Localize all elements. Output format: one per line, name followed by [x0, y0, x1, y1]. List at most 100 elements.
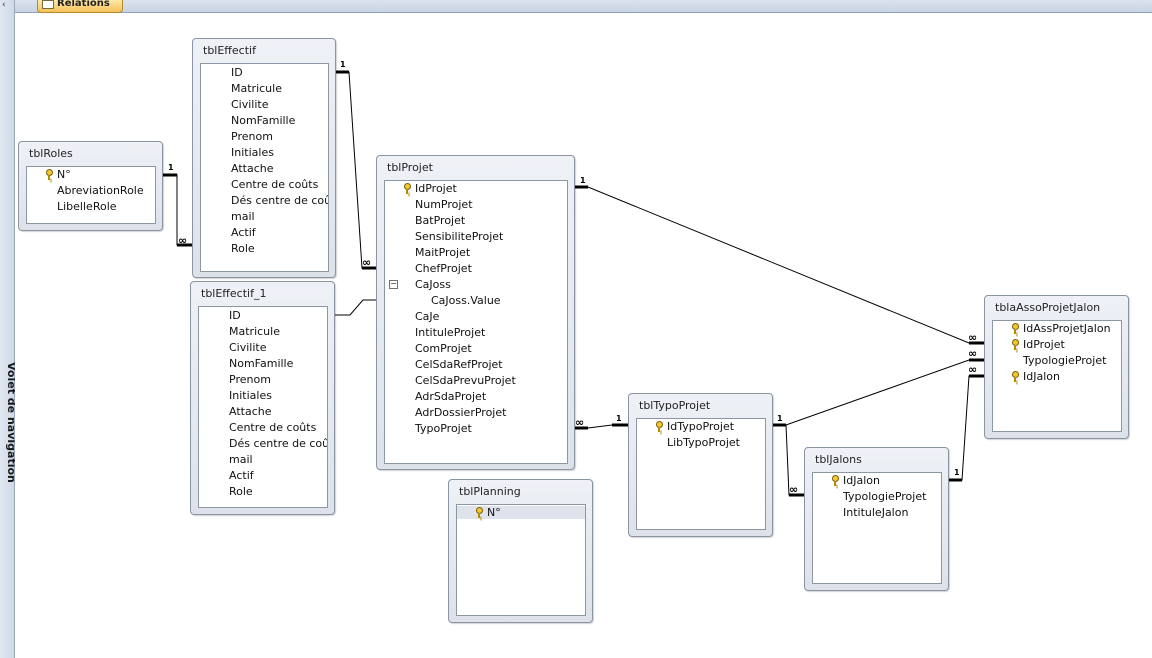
field-row[interactable]: IdProjet	[1023, 338, 1065, 351]
field-name: Matricule	[229, 325, 280, 338]
field-row[interactable]: ID	[229, 309, 241, 322]
field-row[interactable]: Dés centre de coût	[231, 194, 328, 207]
collapse-chevron-icon[interactable]: ‹	[2, 0, 12, 10]
field-row[interactable]: Actif	[229, 469, 254, 482]
field-row[interactable]: CaJoss	[415, 278, 451, 291]
primary-key-icon	[475, 507, 483, 518]
field-row[interactable]: CaJe	[415, 310, 439, 323]
field-row[interactable]: TypologieProjet	[843, 490, 926, 503]
field-name: IdAssProjetJalon	[1023, 322, 1111, 335]
field-row[interactable]: NomFamille	[231, 114, 295, 127]
field-row[interactable]: Centre de coûts	[229, 421, 316, 434]
field-name: Initiales	[229, 389, 272, 402]
field-row[interactable]: TypoProjet	[415, 422, 472, 435]
field-row[interactable]: N°	[57, 168, 71, 181]
field-list[interactable]: ID Matricule Civilite NomFamille Prenom Initi…	[198, 306, 328, 508]
primary-key-icon	[831, 475, 839, 486]
table-title: tblEffectif_1	[201, 287, 267, 300]
table-tblRoles[interactable]: tblRoles N° AbreviationRole LibelleRole	[18, 141, 163, 231]
field-list[interactable]: N°	[456, 504, 586, 616]
field-list[interactable]: IdProjet NumProjet BatProjet SensibilitePro…	[384, 180, 568, 464]
field-row[interactable]: NumProjet	[415, 198, 473, 211]
field-row[interactable]: AbreviationRole	[57, 184, 144, 197]
primary-key-icon	[1011, 339, 1019, 350]
table-tblJalons[interactable]: tblJalons IdJalon TypologieProjet Intitule…	[804, 447, 949, 591]
field-name: Civilite	[229, 341, 267, 354]
field-name: IntituleProjet	[415, 326, 486, 339]
field-row[interactable]: IdAssProjetJalon	[1023, 322, 1111, 335]
field-row[interactable]: Attache	[231, 162, 274, 175]
field-row[interactable]: ChefProjet	[415, 262, 472, 275]
field-name: CaJoss.Value	[431, 294, 501, 307]
field-row[interactable]: IdJalon	[1023, 370, 1060, 383]
field-row[interactable]: MaitProjet	[415, 246, 470, 259]
table-tblEffectif[interactable]: tblEffectif ID Matricule Civilite NomFamill…	[192, 38, 336, 278]
field-row[interactable]: Prenom	[229, 373, 271, 386]
field-row[interactable]: Dés centre de coût	[229, 437, 328, 450]
field-row[interactable]: AdrDossierProjet	[415, 406, 506, 419]
field-name: Actif	[229, 469, 254, 482]
field-name: CaJe	[415, 310, 440, 323]
field-row[interactable]: TypologieProjet	[1023, 354, 1106, 367]
field-row[interactable]: IntituleProjet	[415, 326, 485, 339]
field-row[interactable]: Initiales	[229, 389, 272, 402]
field-row[interactable]: Civilite	[231, 98, 269, 111]
field-row[interactable]: Role	[229, 485, 253, 498]
field-row[interactable]: NomFamille	[229, 357, 293, 370]
table-tblProjet[interactable]: tblProjet IdProjet NumProjet BatProjet Sens…	[376, 155, 575, 470]
field-list[interactable]: IdAssProjetJalon IdProjet TypologieProjet I…	[992, 320, 1122, 432]
field-row[interactable]: IdTypoProjet	[667, 420, 734, 433]
field-row[interactable]: CelSdaPrevuProjet	[415, 374, 516, 387]
field-row[interactable]: SensibiliteProjet	[415, 230, 503, 243]
field-name: mail	[229, 453, 253, 466]
field-name: Role	[229, 485, 253, 498]
field-row[interactable]: Matricule	[229, 325, 280, 338]
field-row[interactable]: LibTypoProjet	[667, 436, 740, 449]
collapse-minus-icon[interactable]: −	[389, 280, 398, 289]
field-row[interactable]: Civilite	[229, 341, 267, 354]
field-row[interactable]: IdProjet	[415, 182, 457, 195]
table-tblPlanning[interactable]: tblPlanning N°	[448, 479, 593, 623]
field-row[interactable]: Actif	[231, 226, 256, 239]
field-name: Actif	[231, 226, 256, 239]
field-row[interactable]: ComProjet	[415, 342, 472, 355]
field-row[interactable]: Initiales	[231, 146, 274, 159]
field-row[interactable]: BatProjet	[415, 214, 465, 227]
field-row[interactable]: CaJoss.Value	[431, 294, 501, 307]
field-row[interactable]: Centre de coûts	[231, 178, 318, 191]
primary-key-icon	[655, 421, 663, 432]
field-row[interactable]: mail	[231, 210, 255, 223]
table-tblEffectif_1[interactable]: tblEffectif_1 ID Matricule Civilite NomFami…	[190, 281, 335, 515]
field-name: ComProjet	[415, 342, 472, 355]
table-tblaAssoProjetJalon[interactable]: tblaAssoProjetJalon IdAssProjetJalon IdPr…	[984, 295, 1129, 439]
field-row[interactable]: Prenom	[231, 130, 273, 143]
field-row[interactable]: CelSdaRefProjet	[415, 358, 503, 371]
field-row[interactable]: AdrSdaProjet	[415, 390, 486, 403]
tab-relations[interactable]: Relations	[37, 0, 123, 13]
field-list[interactable]: IdJalon TypologieProjet IntituleJalon	[812, 472, 942, 584]
field-name: IdJalon	[1023, 370, 1060, 383]
field-name: NomFamille	[229, 357, 294, 370]
field-name: ID	[231, 66, 243, 79]
field-row[interactable]: LibelleRole	[57, 200, 117, 213]
table-title: tblEffectif	[203, 44, 256, 57]
field-name: IdJalon	[843, 474, 880, 487]
tab-label: Relations	[57, 0, 110, 9]
field-name: Role	[231, 242, 255, 255]
field-name: Dés centre de coût	[229, 437, 328, 450]
document-tab-strip: Relations	[15, 0, 1152, 13]
field-row[interactable]: ID	[231, 66, 243, 79]
field-row[interactable]: mail	[229, 453, 253, 466]
field-row[interactable]: IntituleJalon	[843, 506, 908, 519]
field-name: IdProjet	[1023, 338, 1065, 351]
field-row[interactable]: Role	[231, 242, 255, 255]
field-list[interactable]: N° AbreviationRole LibelleRole	[26, 166, 156, 224]
table-title: tblPlanning	[459, 485, 521, 498]
field-row[interactable]: IdJalon	[843, 474, 880, 487]
field-row[interactable]: Matricule	[231, 82, 282, 95]
field-row[interactable]: Attache	[229, 405, 272, 418]
field-list[interactable]: ID Matricule Civilite NomFamille Prenom Initi…	[200, 63, 329, 272]
navigation-pane[interactable]: ‹ Volet de navigation	[0, 0, 18, 658]
table-tblTypoProjet[interactable]: tblTypoProjet IdTypoProjet LibTypoProjet	[628, 393, 773, 537]
field-list[interactable]: IdTypoProjet LibTypoProjet	[636, 418, 766, 530]
